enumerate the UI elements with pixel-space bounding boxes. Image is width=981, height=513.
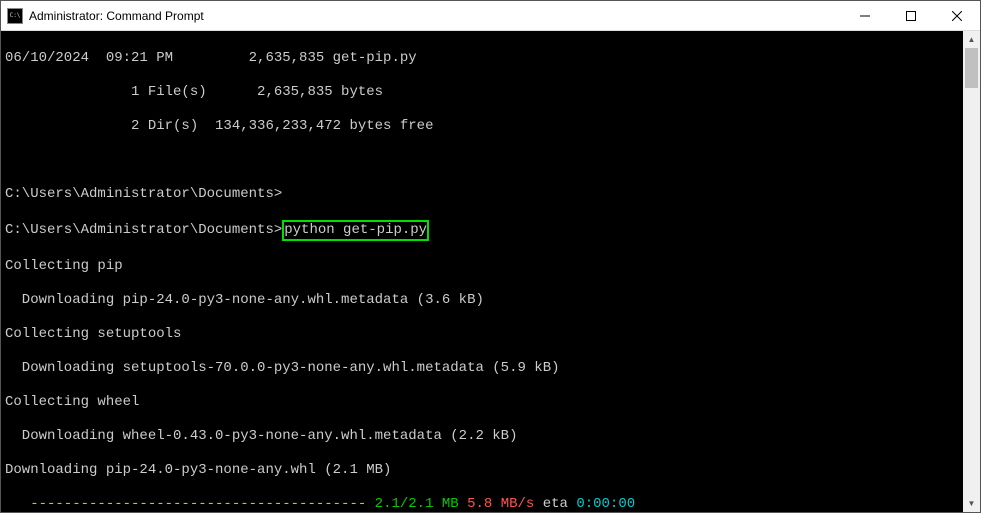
- output-line: [5, 152, 959, 169]
- command-prompt-window: Administrator: Command Prompt 06/10/2024…: [0, 0, 981, 513]
- cmd-icon: [7, 8, 23, 24]
- maximize-icon: [906, 11, 916, 21]
- scroll-track[interactable]: [963, 48, 980, 495]
- progress-bar: ----------------------------------------: [5, 496, 375, 512]
- terminal-output[interactable]: 06/10/2024 09:21 PM 2,635,835 get-pip.py…: [1, 31, 963, 512]
- progress-eta-label: eta: [534, 496, 576, 512]
- minimize-icon: [860, 11, 870, 21]
- prompt-path: C:\Users\Administrator\Documents>: [5, 222, 282, 238]
- highlight-command: python get-pip.py: [282, 220, 429, 241]
- output-line: Downloading wheel-0.43.0-py3-none-any.wh…: [5, 428, 959, 445]
- progress-size: 2.1/2.1 MB: [375, 496, 459, 512]
- output-line: Collecting setuptools: [5, 326, 959, 343]
- maximize-button[interactable]: [888, 1, 934, 30]
- vertical-scrollbar[interactable]: ▲ ▼: [963, 31, 980, 512]
- output-line: 1 File(s) 2,635,835 bytes: [5, 84, 959, 101]
- progress-line: ----------------------------------------…: [5, 496, 959, 512]
- window-title: Administrator: Command Prompt: [29, 9, 842, 23]
- output-line: Downloading pip-24.0-py3-none-any.whl (2…: [5, 462, 959, 479]
- terminal-area: 06/10/2024 09:21 PM 2,635,835 get-pip.py…: [1, 31, 980, 512]
- output-line: Collecting wheel: [5, 394, 959, 411]
- output-line: 2 Dir(s) 134,336,233,472 bytes free: [5, 118, 959, 135]
- close-icon: [952, 11, 962, 21]
- output-line: 06/10/2024 09:21 PM 2,635,835 get-pip.py: [5, 50, 959, 67]
- prompt-line: C:\Users\Administrator\Documents>python …: [5, 220, 959, 241]
- prompt-line: C:\Users\Administrator\Documents>: [5, 186, 959, 203]
- progress-speed: 5.8 MB/s: [459, 496, 535, 512]
- scroll-thumb[interactable]: [965, 48, 978, 88]
- output-line: Downloading pip-24.0-py3-none-any.whl.me…: [5, 292, 959, 309]
- scroll-down-arrow[interactable]: ▼: [963, 495, 980, 512]
- output-line: Downloading setuptools-70.0.0-py3-none-a…: [5, 360, 959, 377]
- scroll-up-arrow[interactable]: ▲: [963, 31, 980, 48]
- titlebar[interactable]: Administrator: Command Prompt: [1, 1, 980, 31]
- minimize-button[interactable]: [842, 1, 888, 30]
- progress-eta: 0:00:00: [576, 496, 635, 512]
- output-line: Collecting pip: [5, 258, 959, 275]
- window-controls: [842, 1, 980, 30]
- close-button[interactable]: [934, 1, 980, 30]
